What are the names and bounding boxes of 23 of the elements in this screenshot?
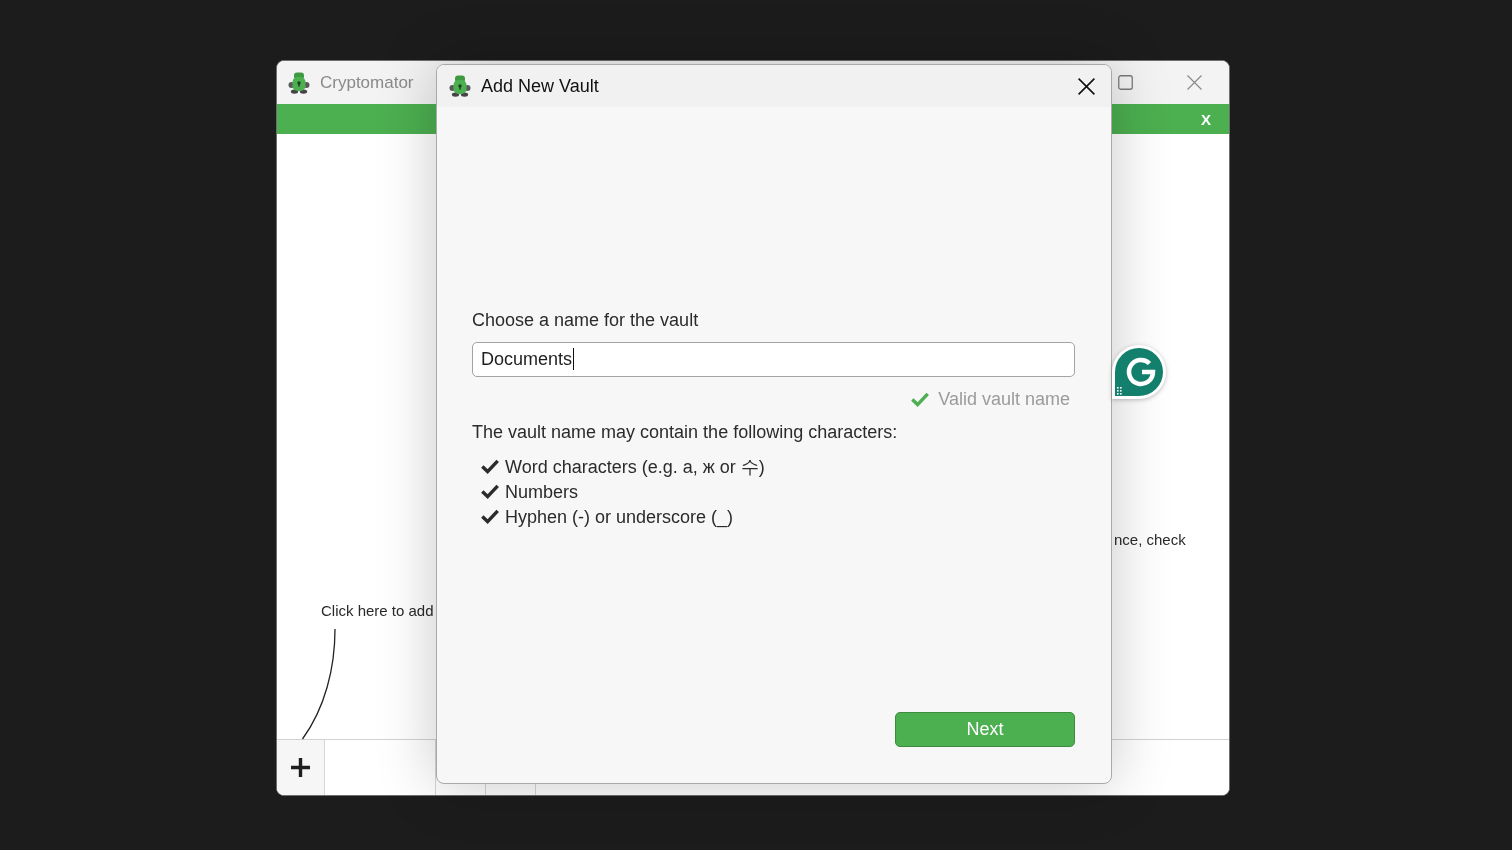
check-icon <box>481 459 499 474</box>
maximize-icon <box>1117 75 1133 90</box>
dialog-title: Add New Vault <box>481 75 599 97</box>
rules-heading: The vault name may contain the following characters: <box>472 421 899 444</box>
robot-icon <box>288 71 310 94</box>
add-vault-button[interactable] <box>277 740 325 795</box>
close-icon <box>1186 75 1202 90</box>
hint-text: Click here to add <box>321 601 434 621</box>
close-icon <box>1077 77 1095 95</box>
info-text: nce, check <box>1114 530 1186 550</box>
rule-text: Numbers <box>505 480 579 504</box>
check-icon <box>481 484 499 499</box>
banner-close-button[interactable]: X <box>1195 106 1217 132</box>
validation-message: Valid vault name <box>938 388 1070 410</box>
vault-name-field[interactable]: Documents <box>472 342 1075 377</box>
robot-icon <box>449 75 471 97</box>
next-button[interactable]: Next <box>895 712 1075 747</box>
window-title: Cryptomator <box>320 72 414 93</box>
check-icon <box>481 509 499 524</box>
rule-text: Hyphen (-) or underscore (_) <box>505 505 734 529</box>
field-label: Choose a name for the vault <box>472 309 700 332</box>
rule-text: Word characters (e.g. a, ж or 수) <box>505 455 765 479</box>
plus-icon <box>291 758 310 777</box>
